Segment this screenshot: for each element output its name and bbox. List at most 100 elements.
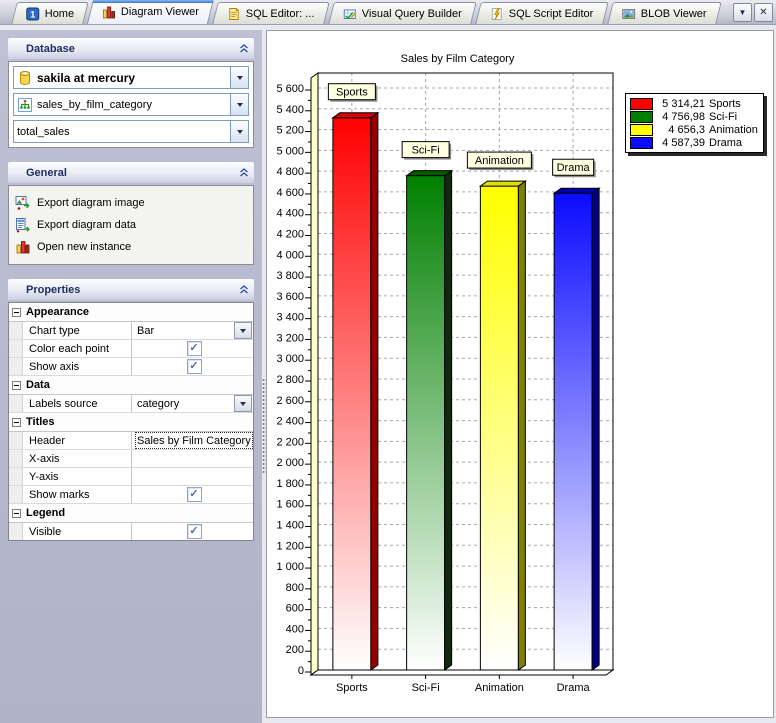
general-panel-title: General: [26, 166, 67, 179]
general-panel-body: Export diagram image Export diagram data O…: [8, 185, 254, 265]
property-group-data[interactable]: Data: [9, 376, 253, 395]
y-tick-label: 2 400: [276, 416, 304, 428]
y-axis-value[interactable]: [135, 468, 253, 485]
property-value: [132, 468, 253, 485]
dropdown-arrow-button[interactable]: [230, 94, 248, 115]
y-tick-label: 4 000: [276, 249, 304, 261]
property-label: Y-axis: [23, 468, 132, 485]
y-tick-label: 1 600: [276, 499, 304, 511]
legend-swatch: [630, 123, 653, 136]
y-tick-label: 1 800: [276, 478, 304, 490]
tab-sql-script-editor[interactable]: SQL Script Editor: [475, 2, 609, 24]
table-view-select[interactable]: sales_by_film_category: [13, 93, 249, 116]
property-group-appearance[interactable]: Appearance: [9, 303, 253, 322]
row-gutter: [9, 395, 23, 412]
mark-animation: Animation: [466, 151, 534, 171]
color-each-point-checkbox[interactable]: ✓: [186, 341, 202, 356]
export-diagram-image-link[interactable]: Export diagram image: [13, 192, 249, 214]
visible-checkbox[interactable]: ✓: [186, 524, 202, 539]
tab-bar: 1 Home Diagram Viewer SQL Editor: ... Visual…: [0, 0, 776, 25]
x-category-label: Drama: [557, 682, 591, 694]
collapse-chevron-icon[interactable]: [239, 168, 249, 177]
link-label: Open new instance: [37, 241, 132, 253]
tab-list-dropdown-button[interactable]: ▼: [733, 3, 752, 22]
collapse-minus-icon[interactable]: [12, 508, 21, 518]
database-select[interactable]: sakila at mercury: [13, 66, 249, 89]
y-tick-label: 1 000: [276, 561, 304, 573]
show-axis-checkbox[interactable]: ✓: [186, 359, 202, 374]
tab-blob-viewer[interactable]: BLOB Viewer: [607, 2, 722, 24]
properties-grid: Appearance Chart type Bar Color each point ✓…: [8, 302, 254, 541]
property-row-show-axis: Show axis ✓: [9, 358, 253, 376]
bar-animation: [478, 180, 527, 671]
collapse-minus-icon[interactable]: [12, 417, 21, 427]
y-tick-label: 3 600: [276, 291, 304, 303]
header-value[interactable]: Sales by Film Category: [135, 432, 253, 449]
x-axis-value[interactable]: [135, 450, 253, 467]
y-tick-label: 2 600: [276, 395, 304, 407]
chart-floor: [309, 669, 615, 676]
chart-type-dropdown-button[interactable]: [234, 322, 252, 339]
dropdown-arrow-button[interactable]: [230, 67, 248, 88]
property-label: Header: [23, 432, 132, 449]
column-select[interactable]: total_sales: [13, 120, 249, 143]
open-new-instance-link[interactable]: Open new instance: [13, 236, 249, 258]
tab-label: Diagram Viewer: [121, 6, 200, 18]
general-panel-header: General: [8, 162, 254, 183]
svg-text:Sports: Sports: [336, 87, 368, 99]
row-gutter: [9, 358, 23, 375]
labels-source-value[interactable]: category: [135, 395, 234, 412]
legend-series-name: Animation: [709, 123, 758, 136]
query-builder-icon: [343, 7, 357, 21]
property-label: Show axis: [23, 358, 132, 375]
properties-panel-header: Properties: [8, 279, 254, 300]
tab-label: BLOB Viewer: [640, 7, 707, 20]
property-value: ✓: [132, 486, 253, 503]
chart-type-value[interactable]: Bar: [135, 322, 234, 339]
property-row-x-axis: X-axis: [9, 450, 253, 468]
legend-value: 5 314,21: [662, 97, 705, 110]
collapse-chevron-icon[interactable]: [239, 44, 249, 53]
collapse-chevron-icon[interactable]: [239, 285, 249, 294]
y-tick-label: 400: [286, 623, 304, 635]
chevron-down-icon: [240, 328, 246, 333]
y-tick-label: 4 800: [276, 166, 304, 178]
y-tick-label: 3 200: [276, 332, 304, 344]
property-group-titles[interactable]: Titles: [9, 413, 253, 432]
close-tab-button[interactable]: ✕: [754, 3, 773, 22]
x-category-label: Animation: [475, 682, 524, 694]
diagram-icon: [102, 5, 116, 19]
property-group-legend[interactable]: Legend: [9, 504, 253, 523]
chevron-down-icon: [236, 102, 243, 107]
property-row-color-each-point: Color each point ✓: [9, 340, 253, 358]
export-image-icon: [15, 195, 31, 211]
export-diagram-data-link[interactable]: Export diagram data: [13, 214, 249, 236]
row-gutter: [9, 340, 23, 357]
collapse-minus-icon[interactable]: [12, 380, 21, 390]
database-panel-body: sakila at mercury sales_by_film_categoryt…: [8, 61, 254, 148]
legend-item: 4 756,98 Sci-Fi: [630, 110, 758, 123]
y-tick-label: 5 400: [276, 104, 304, 116]
y-tick-label: 3 400: [276, 312, 304, 324]
tab-home[interactable]: 1 Home: [11, 2, 90, 24]
tab-label: SQL Editor: ...: [246, 7, 315, 20]
database-panel-title: Database: [26, 42, 75, 55]
collapse-minus-icon[interactable]: [12, 307, 21, 317]
chart-title: Sales by Film Category: [401, 53, 515, 65]
chevron-down-icon: [236, 75, 243, 80]
tab-sql-editor[interactable]: SQL Editor: ...: [212, 2, 330, 24]
legend-swatch: [630, 110, 653, 123]
y-tick-label: 2 200: [276, 436, 304, 448]
tab-diagram-viewer[interactable]: Diagram Viewer: [87, 0, 215, 24]
show-marks-checkbox[interactable]: ✓: [186, 487, 202, 502]
tab-label: Visual Query Builder: [361, 7, 463, 20]
row-gutter: [9, 486, 23, 503]
labels-source-dropdown-button[interactable]: [234, 395, 252, 412]
y-tick-label: 3 800: [276, 270, 304, 282]
y-tick-label: 1 400: [276, 520, 304, 532]
diagram-viewer-panel: 0 200 400 600 800 1 000 1 200 1 400 1 600 1 800 2 …: [266, 30, 774, 718]
tab-visual-query-builder[interactable]: Visual Query Builder: [328, 2, 477, 24]
dropdown-arrow-button[interactable]: [230, 121, 248, 142]
main-area: Database sakila at mercury sales_by_film_…: [0, 25, 776, 723]
row-gutter: [9, 468, 23, 485]
